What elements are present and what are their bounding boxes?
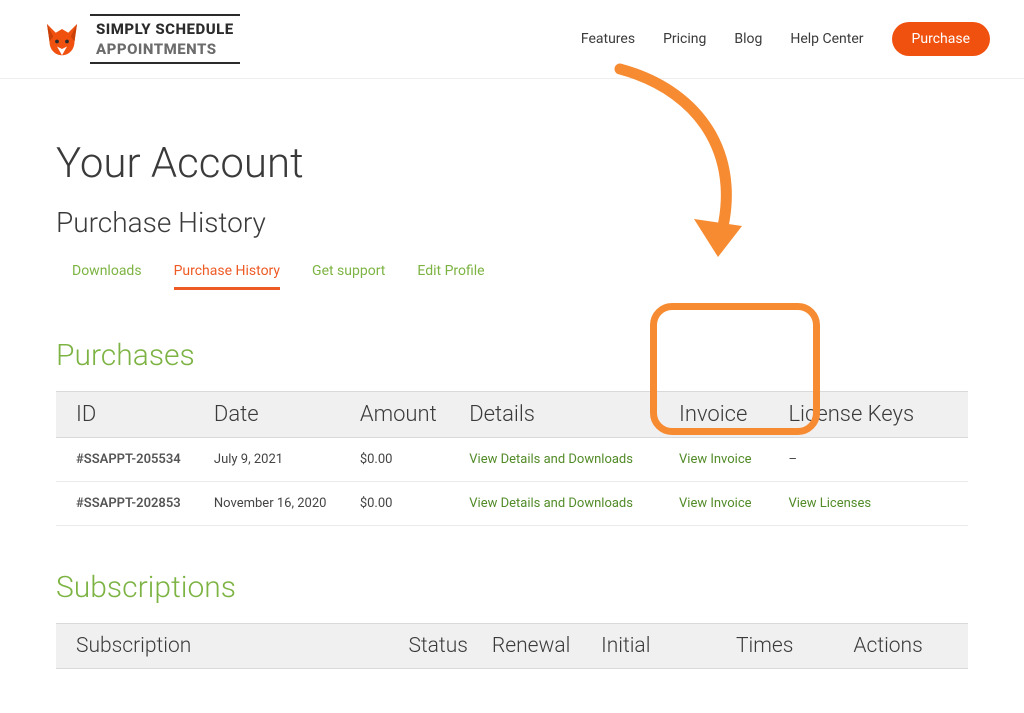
cell-amount: $0.00 [348, 438, 457, 482]
th-license: License Keys [776, 392, 968, 438]
purchases-header-row: ID Date Amount Details Invoice License K… [56, 392, 968, 438]
logo-line2: APPOINTMENTS [96, 40, 234, 58]
cell-amount: $0.00 [348, 482, 457, 526]
top-nav: Features Pricing Blog Help Center Purcha… [581, 22, 990, 56]
cell-date: July 9, 2021 [202, 438, 348, 482]
cell-license: – [776, 438, 968, 482]
nav-features[interactable]: Features [581, 31, 635, 47]
subscriptions-title: Subscriptions [56, 570, 968, 605]
cell-id: #SSAPPT-205534 [56, 438, 202, 482]
subnav-get-support[interactable]: Get support [312, 263, 385, 290]
main-content: Your Account Purchase History Downloads … [0, 79, 1024, 669]
subscriptions-table: Subscription Status Renewal Initial Time… [56, 623, 968, 669]
nav-help-center[interactable]: Help Center [790, 31, 863, 47]
nav-pricing[interactable]: Pricing [663, 31, 706, 47]
purchases-table: ID Date Amount Details Invoice License K… [56, 391, 968, 526]
account-subnav: Downloads Purchase History Get support E… [56, 263, 968, 290]
link-view-invoice[interactable]: View Invoice [679, 496, 752, 511]
logo-text: SIMPLY SCHEDULE APPOINTMENTS [90, 14, 240, 64]
th-id: ID [56, 392, 202, 438]
table-row: #SSAPPT-202853 November 16, 2020 $0.00 V… [56, 482, 968, 526]
page-title: Your Account [56, 139, 968, 188]
subscriptions-header-row: Subscription Status Renewal Initial Time… [56, 624, 968, 669]
th-invoice: Invoice [667, 392, 776, 438]
cell-id: #SSAPPT-202853 [56, 482, 202, 526]
cell-date: November 16, 2020 [202, 482, 348, 526]
purchases-title: Purchases [56, 338, 968, 373]
subnav-downloads[interactable]: Downloads [72, 263, 142, 290]
link-view-details[interactable]: View Details and Downloads [469, 496, 633, 511]
table-row: #SSAPPT-205534 July 9, 2021 $0.00 View D… [56, 438, 968, 482]
subnav-purchase-history[interactable]: Purchase History [174, 263, 280, 290]
link-view-details[interactable]: View Details and Downloads [469, 452, 633, 467]
th-actions: Actions [841, 624, 968, 669]
fox-icon [42, 19, 82, 59]
site-header: SIMPLY SCHEDULE APPOINTMENTS Features Pr… [0, 0, 1024, 79]
th-initial: Initial [589, 624, 724, 669]
nav-blog[interactable]: Blog [734, 31, 762, 47]
th-amount: Amount [348, 392, 457, 438]
th-date: Date [202, 392, 348, 438]
link-view-invoice[interactable]: View Invoice [679, 452, 752, 467]
nav-purchase-button[interactable]: Purchase [892, 22, 990, 56]
subnav-edit-profile[interactable]: Edit Profile [417, 263, 484, 290]
th-times: Times [724, 624, 841, 669]
logo[interactable]: SIMPLY SCHEDULE APPOINTMENTS [42, 14, 240, 64]
th-details: Details [457, 392, 667, 438]
th-renewal: Renewal [480, 624, 589, 669]
th-subscription: Subscription [56, 624, 396, 669]
page-subtitle: Purchase History [56, 206, 968, 239]
logo-line1: SIMPLY SCHEDULE [96, 20, 234, 38]
th-status: Status [396, 624, 479, 669]
link-view-licenses[interactable]: View Licenses [788, 496, 871, 511]
